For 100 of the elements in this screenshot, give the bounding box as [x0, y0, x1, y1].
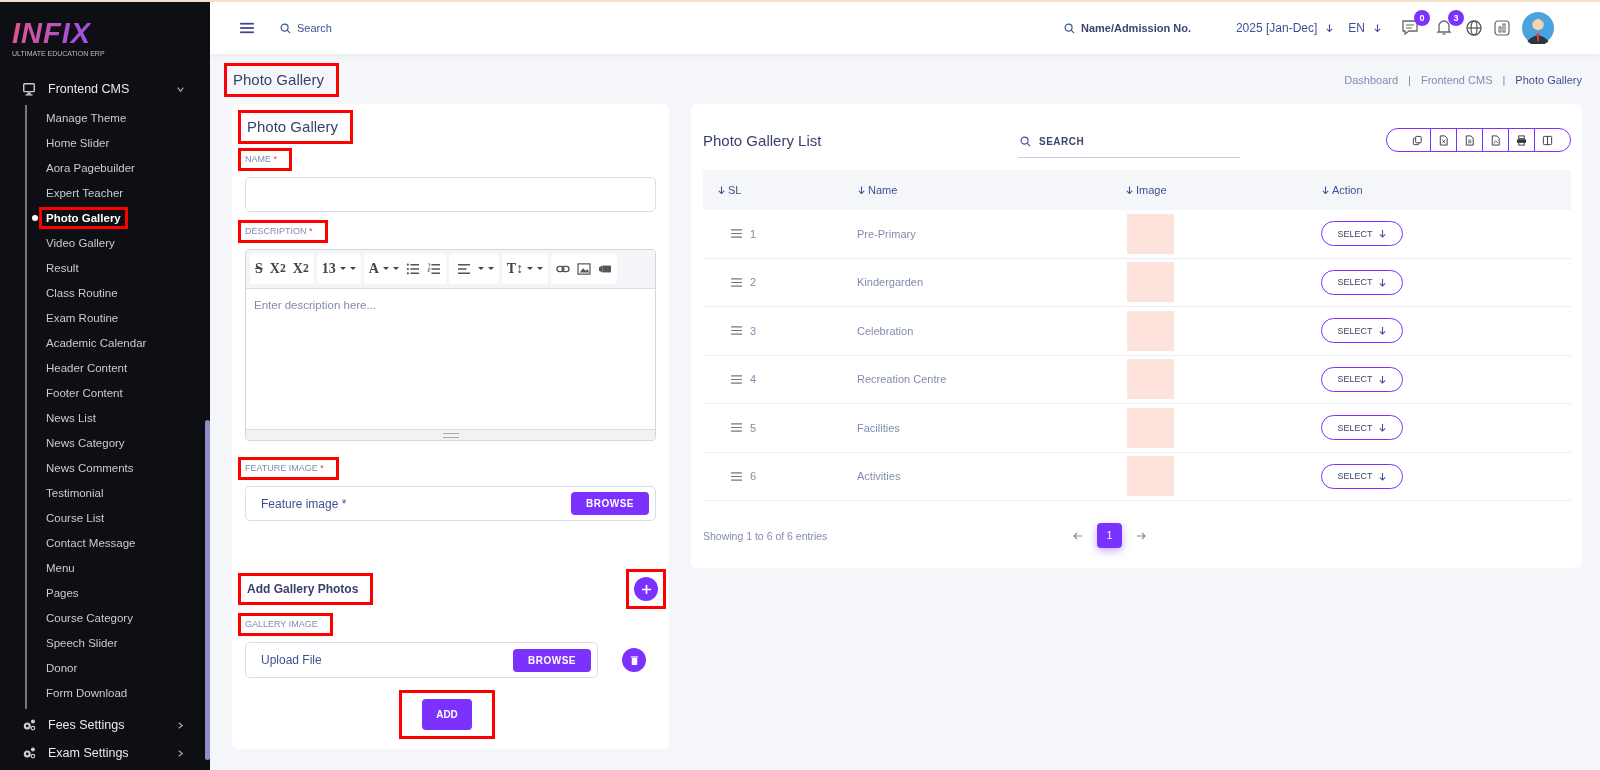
- strikethrough-button[interactable]: S: [252, 253, 266, 284]
- entries-info: Showing 1 to 6 of 6 entries: [703, 529, 829, 542]
- globe-icon[interactable]: [1464, 18, 1484, 38]
- select-dropdown[interactable]: SELECT: [1321, 366, 1403, 392]
- sidebar-item[interactable]: Manage Theme: [46, 111, 127, 124]
- sidebar-item[interactable]: News Category: [46, 436, 125, 449]
- resize-handle[interactable]: [246, 429, 655, 441]
- card-title: Photo Gallery: [247, 118, 338, 136]
- bullet-list-icon[interactable]: [405, 262, 420, 275]
- bell-icon[interactable]: [1434, 17, 1454, 37]
- sidebar-item[interactable]: Class Routine: [46, 286, 118, 299]
- search-icon: [1063, 22, 1075, 34]
- select-dropdown[interactable]: SELECT: [1321, 415, 1403, 441]
- sidebar-item[interactable]: Photo Gallery: [46, 211, 121, 224]
- sidebar-item[interactable]: Course List: [46, 511, 105, 524]
- arrow-down-icon: [1377, 471, 1387, 481]
- column-header[interactable]: SL: [717, 184, 742, 196]
- table-cell: 4: [750, 373, 757, 385]
- sidebar-section[interactable]: Fees Settings: [0, 713, 205, 737]
- sidebar-item[interactable]: Result: [46, 261, 79, 274]
- field-label: GALLERY IMAGE: [245, 619, 318, 630]
- sidebar-item[interactable]: Exam Routine: [46, 311, 119, 324]
- print-icon: [1516, 134, 1527, 146]
- select-dropdown[interactable]: SELECT: [1321, 463, 1403, 489]
- browse-button[interactable]: BROWSE: [513, 648, 591, 672]
- arrow-down-icon: [1377, 277, 1387, 287]
- drag-handle-icon[interactable]: [731, 471, 742, 481]
- sidebar-item[interactable]: Donor: [46, 661, 78, 674]
- sidebar-item[interactable]: Menu: [46, 561, 75, 574]
- next-arrow-icon[interactable]: [1136, 530, 1146, 541]
- sidebar-item[interactable]: News List: [46, 411, 96, 424]
- sidebar-item[interactable]: Aora Pagebuilder: [46, 161, 135, 174]
- chevron-icon: [176, 748, 185, 758]
- delete-button[interactable]: [622, 648, 646, 672]
- document-icon: [1464, 134, 1475, 146]
- chat-icon[interactable]: [1400, 17, 1420, 37]
- sidebar-item[interactable]: Video Gallery: [46, 236, 115, 249]
- table-cell: Kindergarden: [857, 276, 924, 289]
- drag-handle-icon[interactable]: [731, 326, 742, 335]
- image-icon[interactable]: [577, 262, 592, 275]
- session-dropdown[interactable]: 2025 [Jan-Dec]: [1235, 21, 1318, 35]
- column-header[interactable]: Action: [1321, 184, 1363, 196]
- file-field[interactable]: Upload File BROWSE: [245, 642, 598, 678]
- table-cell: Facilities: [857, 421, 900, 434]
- sidebar-item[interactable]: Home Slider: [46, 136, 110, 149]
- align-icon: [456, 262, 471, 275]
- numbered-list-icon[interactable]: [426, 262, 441, 275]
- sidebar-item[interactable]: Footer Content: [46, 386, 123, 399]
- sidebar-item[interactable]: Speech Slider: [46, 636, 118, 649]
- search-input[interactable]: SEARCH: [1039, 136, 1240, 147]
- select-dropdown[interactable]: SELECT: [1321, 221, 1403, 247]
- select-dropdown[interactable]: SELECT: [1321, 318, 1403, 344]
- sort-arrow-icon: [717, 185, 726, 195]
- sidebar-item[interactable]: Course Category: [46, 611, 133, 624]
- scrollbar[interactable]: [205, 420, 210, 760]
- breadcrumb-separator: |: [1408, 74, 1411, 86]
- sidebar-item[interactable]: Academic Calendar: [46, 336, 147, 349]
- add-button[interactable]: [634, 577, 658, 601]
- select-dropdown[interactable]: SELECT: [1321, 269, 1403, 295]
- previous-arrow-icon[interactable]: [1073, 530, 1083, 541]
- arrow-down-icon: [1325, 23, 1335, 33]
- search-input[interactable]: Search: [297, 22, 417, 34]
- chart-icon[interactable]: [1492, 18, 1512, 38]
- gears-icon: [22, 746, 36, 760]
- drag-handle-icon[interactable]: [731, 374, 742, 384]
- drag-handle-icon[interactable]: [731, 277, 742, 287]
- avatar[interactable]: [1522, 12, 1554, 44]
- name-input[interactable]: [245, 177, 656, 212]
- sidebar-item[interactable]: Header Content: [46, 361, 128, 374]
- sidebar-item[interactable]: Contact Message: [46, 536, 136, 549]
- image-placeholder: [1127, 213, 1174, 254]
- drag-handle-icon[interactable]: [731, 229, 742, 238]
- sidebar-section[interactable]: Frontend CMS: [0, 77, 205, 101]
- sidebar-item[interactable]: Form Download: [46, 686, 128, 699]
- format-dropdown[interactable]: T↕: [503, 253, 547, 284]
- table-cell: 1: [750, 227, 757, 240]
- submit-button[interactable]: ADD: [422, 699, 472, 730]
- sidebar-item[interactable]: News Comments: [46, 461, 134, 474]
- sidebar-item[interactable]: Expert Teacher: [46, 186, 124, 199]
- active-dot: [32, 214, 38, 221]
- column-header[interactable]: Image: [1125, 184, 1167, 196]
- sidebar-item[interactable]: Testimonial: [46, 486, 104, 499]
- page-button[interactable]: 1: [1097, 523, 1122, 548]
- table-cell: 3: [750, 324, 757, 337]
- file-field[interactable]: Feature image * BROWSE: [245, 486, 656, 521]
- columns-icon: [1542, 134, 1553, 146]
- card-title: Photo Gallery List: [703, 131, 823, 149]
- search-icon: [280, 22, 291, 34]
- student-search-input[interactable]: Name/Admission No.: [1080, 22, 1206, 34]
- format-dropdown[interactable]: 13: [318, 253, 359, 284]
- column-header[interactable]: Name: [857, 184, 898, 196]
- breadcrumb-link[interactable]: Photo Gallery: [1515, 74, 1582, 86]
- drag-handle-icon[interactable]: [731, 423, 742, 432]
- menu-icon[interactable]: [240, 22, 254, 34]
- sidebar-section[interactable]: Exam Settings: [0, 741, 205, 765]
- language-dropdown[interactable]: EN: [1348, 21, 1365, 35]
- browse-button[interactable]: BROWSE: [571, 492, 649, 515]
- breadcrumb-separator: |: [1502, 74, 1506, 86]
- table-cell: Activities: [857, 470, 901, 483]
- sidebar-item[interactable]: Pages: [46, 586, 79, 599]
